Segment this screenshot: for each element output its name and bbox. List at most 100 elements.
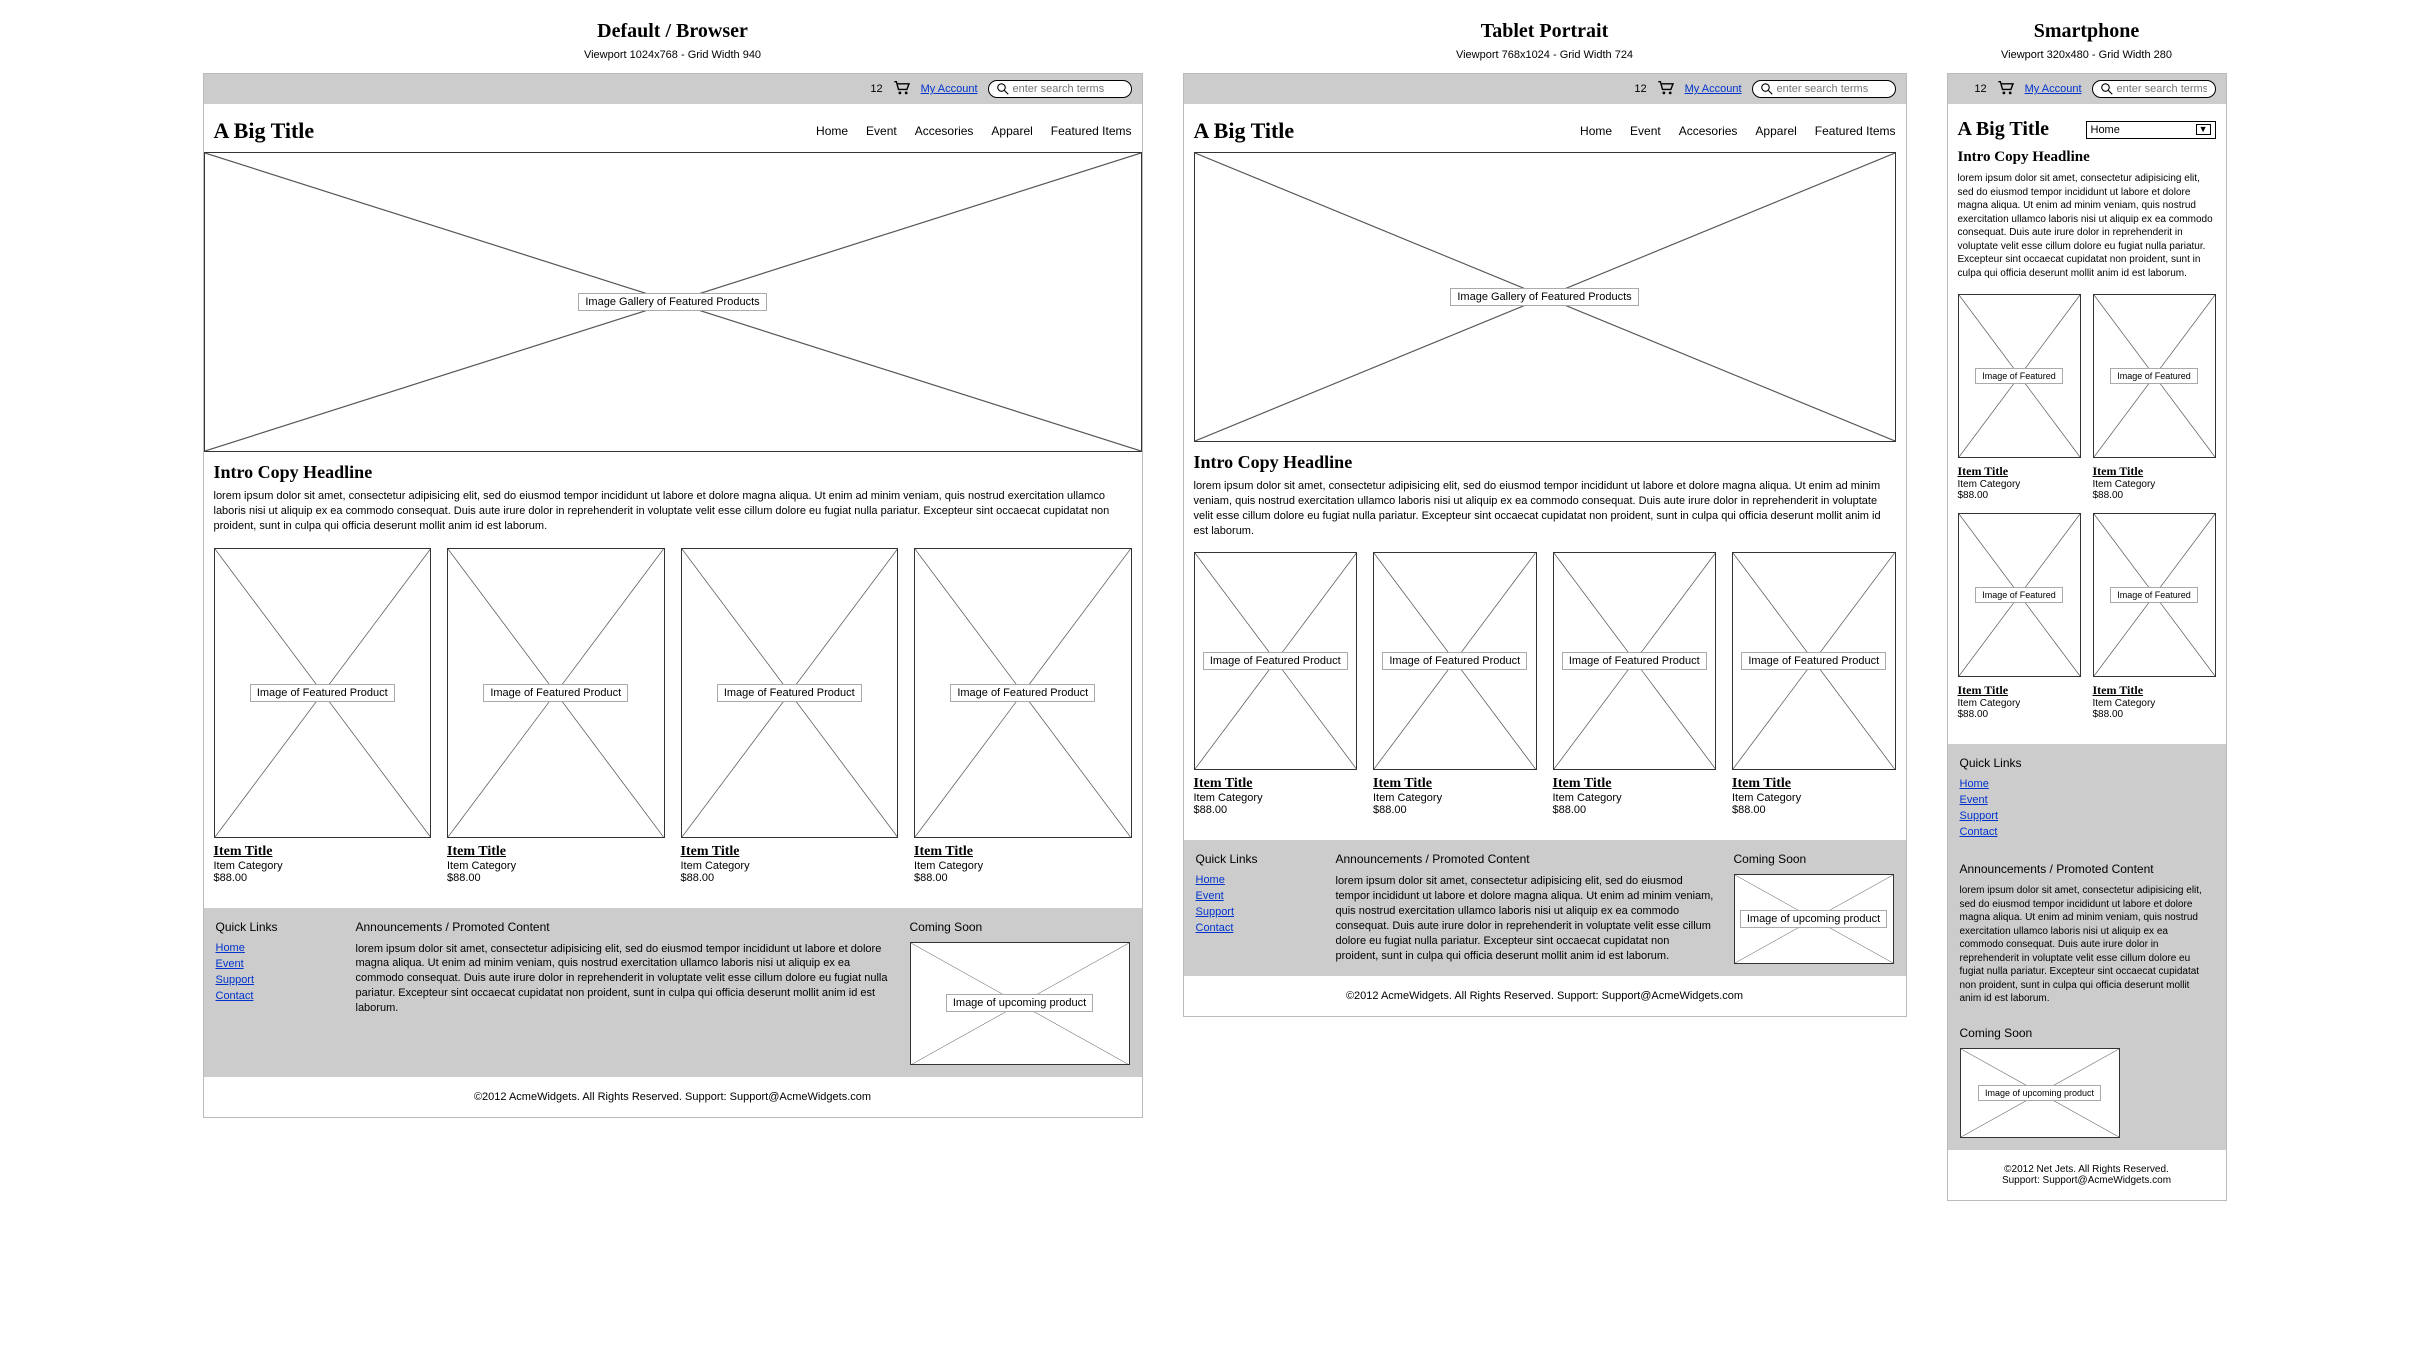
nav-apparel[interactable]: Apparel	[1755, 124, 1796, 138]
product-title[interactable]: Item Title	[1194, 776, 1358, 792]
ql-home[interactable]: Home	[1960, 778, 2214, 790]
quick-links-title: Quick Links	[1960, 756, 2214, 770]
product-price: $88.00	[1373, 804, 1537, 816]
ql-event[interactable]: Event	[1196, 890, 1316, 902]
announcements: Announcements / Promoted Content lorem i…	[356, 920, 890, 1066]
product-image[interactable]: Image of Featured Product	[681, 548, 899, 838]
nav-select[interactable]: Home ▼	[2086, 121, 2216, 139]
nav-featured[interactable]: Featured Items	[1815, 124, 1896, 138]
coming-soon-image[interactable]: Image of upcoming product	[1734, 874, 1894, 964]
product-card[interactable]: Image of Featured Product Item TitleItem …	[1732, 552, 1896, 816]
nav-apparel[interactable]: Apparel	[991, 124, 1032, 138]
product-title[interactable]: Item Title	[214, 844, 432, 860]
search-box[interactable]	[988, 80, 1132, 98]
product-caption: Image of Featured	[2110, 368, 2198, 384]
nav-home[interactable]: Home	[816, 124, 848, 138]
product-title[interactable]: Item Title	[1958, 464, 2081, 479]
product-card[interactable]: Image of Featured Product Item TitleItem …	[1553, 552, 1717, 816]
product-image[interactable]: Image of Featured Product	[214, 548, 432, 838]
product-image[interactable]: Image of Featured	[2093, 294, 2216, 458]
coming-soon: Coming Soon Image of upcoming product	[1734, 852, 1894, 964]
nav-home[interactable]: Home	[1580, 124, 1612, 138]
ql-event[interactable]: Event	[216, 958, 336, 970]
ql-support[interactable]: Support	[216, 974, 336, 986]
product-title[interactable]: Item Title	[447, 844, 665, 860]
frame-tablet: 12 My Account A Big Title Home Event Acc…	[1183, 73, 1907, 1017]
coming-soon-title: Coming Soon	[910, 920, 1130, 934]
ql-contact[interactable]: Contact	[1960, 826, 2214, 838]
product-title[interactable]: Item Title	[1732, 776, 1896, 792]
product-title[interactable]: Item Title	[681, 844, 899, 860]
product-image[interactable]: Image of Featured Product	[1373, 552, 1537, 770]
copyright: ©2012 AcmeWidgets. All Rights Reserved. …	[204, 1077, 1142, 1117]
hero-image[interactable]: Image Gallery of Featured Products	[204, 152, 1142, 452]
cart-icon[interactable]	[1657, 81, 1675, 98]
product-image[interactable]: Image of Featured Product	[447, 548, 665, 838]
search-input[interactable]	[2117, 83, 2207, 95]
ql-event[interactable]: Event	[1960, 794, 2214, 806]
ql-home[interactable]: Home	[216, 942, 336, 954]
my-account-link[interactable]: My Account	[921, 83, 978, 95]
product-card[interactable]: Image of Featured Product Item Title Ite…	[447, 548, 665, 884]
product-card[interactable]: Image of FeaturedItem TitleItem Category…	[1958, 294, 2081, 501]
my-account-link[interactable]: My Account	[1685, 83, 1742, 95]
layout-subtitle-phone: Viewport 320x480 - Grid Width 280	[2001, 49, 2172, 61]
nav-accesories[interactable]: Accesories	[1679, 124, 1738, 138]
nav-accesories[interactable]: Accesories	[915, 124, 974, 138]
product-image[interactable]: Image of Featured Product	[1553, 552, 1717, 770]
product-card[interactable]: Image of FeaturedItem TitleItem Category…	[2093, 294, 2216, 501]
ql-home[interactable]: Home	[1196, 874, 1316, 886]
ql-support[interactable]: Support	[1196, 906, 1316, 918]
quick-links: Quick Links Home Event Support Contact	[216, 920, 336, 1066]
product-card[interactable]: Image of Featured ProductItem TitleItem …	[1373, 552, 1537, 816]
product-image[interactable]: Image of Featured Product	[914, 548, 1132, 838]
coming-soon-image[interactable]: Image of upcoming product	[910, 942, 1130, 1066]
product-caption: Image of Featured Product	[250, 684, 395, 702]
quick-links: Quick Links Home Event Support Contact	[1960, 756, 2214, 842]
product-title[interactable]: Item Title	[2093, 464, 2216, 479]
product-title[interactable]: Item Title	[1553, 776, 1717, 792]
announcements: Announcements / Promoted Content lorem i…	[1336, 852, 1714, 964]
coming-soon-image[interactable]: Image of upcoming product	[1960, 1048, 2120, 1138]
product-price: $88.00	[1958, 709, 2081, 720]
product-card[interactable]: Image of Featured ProductItem TitleItem …	[1194, 552, 1358, 816]
ql-contact[interactable]: Contact	[216, 990, 336, 1002]
my-account-link[interactable]: My Account	[2025, 83, 2082, 95]
product-card[interactable]: Image of Featured Product Item Title Ite…	[214, 548, 432, 884]
nav-select-value: Home	[2091, 124, 2120, 136]
product-title[interactable]: Item Title	[1958, 683, 2081, 698]
ql-contact[interactable]: Contact	[1196, 922, 1316, 934]
product-card[interactable]: Image of Featured Product Item Title Ite…	[681, 548, 899, 884]
product-category: Item Category	[1553, 792, 1717, 804]
search-box[interactable]	[2092, 80, 2216, 98]
product-title[interactable]: Item Title	[914, 844, 1132, 860]
nav-featured[interactable]: Featured Items	[1051, 124, 1132, 138]
cart-icon[interactable]	[893, 81, 911, 98]
utility-bar: 12 My Account	[204, 74, 1142, 104]
nav-event[interactable]: Event	[866, 124, 897, 138]
site-title: A Big Title	[214, 118, 315, 144]
product-image[interactable]: Image of Featured	[2093, 513, 2216, 677]
ql-support[interactable]: Support	[1960, 810, 2214, 822]
product-card[interactable]: Image of Featured Product Item Title Ite…	[914, 548, 1132, 884]
search-box[interactable]	[1752, 80, 1896, 98]
product-price: $88.00	[1194, 804, 1358, 816]
product-grid: Image of Featured ProductItem TitleItem …	[1194, 552, 1896, 816]
coming-soon-caption: Image of upcoming product	[1740, 910, 1887, 928]
search-input[interactable]	[1777, 83, 1887, 95]
product-image[interactable]: Image of Featured	[1958, 513, 2081, 677]
product-caption: Image of Featured Product	[1741, 652, 1886, 670]
product-card[interactable]: Image of FeaturedItem TitleItem Category…	[1958, 513, 2081, 720]
nav-event[interactable]: Event	[1630, 124, 1661, 138]
product-image[interactable]: Image of Featured Product	[1732, 552, 1896, 770]
hero-image[interactable]: Image Gallery of Featured Products	[1194, 152, 1896, 442]
product-card[interactable]: Image of FeaturedItem TitleItem Category…	[2093, 513, 2216, 720]
cart-icon[interactable]	[1997, 81, 2015, 98]
product-category: Item Category	[1732, 792, 1896, 804]
product-title[interactable]: Item Title	[1373, 776, 1537, 792]
product-price: $88.00	[1553, 804, 1717, 816]
product-image[interactable]: Image of Featured Product	[1194, 552, 1358, 770]
search-input[interactable]	[1013, 83, 1123, 95]
product-title[interactable]: Item Title	[2093, 683, 2216, 698]
product-image[interactable]: Image of Featured	[1958, 294, 2081, 458]
